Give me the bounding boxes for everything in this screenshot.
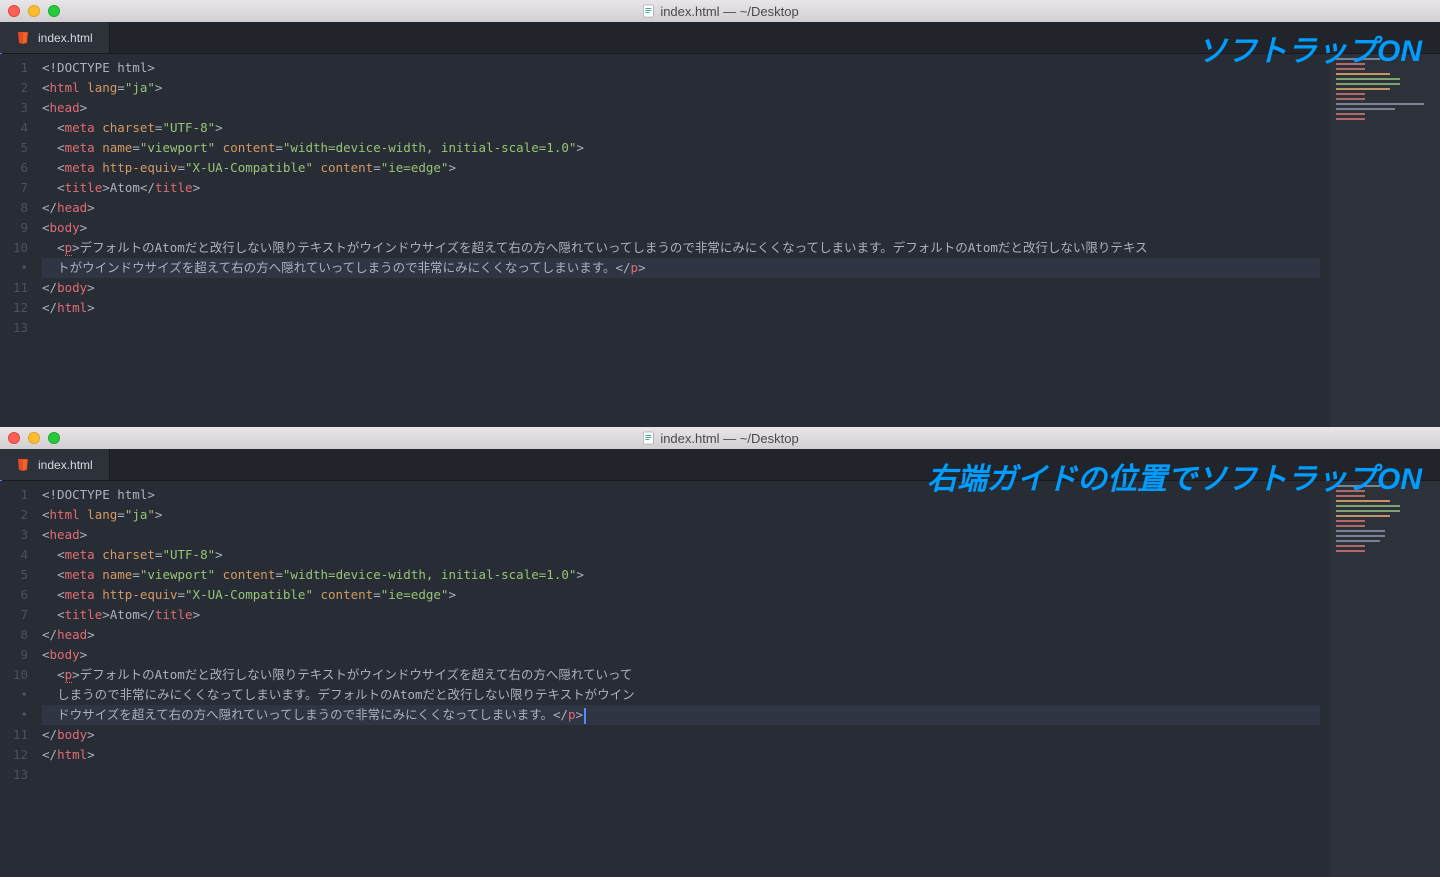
code-line: <p>デフォルトのAtomだと改行しない限りテキストがウインドウサイズを超えて右… <box>42 238 1330 258</box>
code-line: <html lang="ja"> <box>42 78 1330 98</box>
annotation-label: ソフトラップON <box>1197 26 1422 70</box>
line-number: 5 <box>0 138 42 158</box>
file-icon <box>641 431 655 445</box>
line-number: 4 <box>0 545 42 565</box>
code-line: トがウインドウサイズを超えて右の方へ隠れていってしまうので非常にみにくくなってし… <box>42 258 1320 278</box>
code-line: <meta name="viewport" content="width=dev… <box>42 138 1330 158</box>
code-line: <meta charset="UTF-8"> <box>42 545 1330 565</box>
editor-window-2: index.html — ~/Desktop index.html 右端ガイドの… <box>0 427 1440 877</box>
line-number: 4 <box>0 118 42 138</box>
html5-icon <box>16 31 30 45</box>
code-line: <meta name="viewport" content="width=dev… <box>42 565 1330 585</box>
line-numbers: 1 2 3 4 5 6 7 8 9 10 11 12 13 <box>0 54 42 427</box>
code-line: </head> <box>42 198 1330 218</box>
line-number: 3 <box>0 525 42 545</box>
line-number: 10 <box>0 665 42 685</box>
code-line: <head> <box>42 525 1330 545</box>
line-number: 1 <box>0 485 42 505</box>
minimize-button[interactable] <box>28 432 40 444</box>
tab-index-html[interactable]: index.html <box>0 449 110 480</box>
code-line: </body> <box>42 278 1330 298</box>
line-number: 2 <box>0 505 42 525</box>
annotation-label: 右端ガイドの位置でソフトラップON <box>927 454 1422 498</box>
tab-label: index.html <box>38 458 93 472</box>
line-number: 5 <box>0 565 42 585</box>
code-line: <!DOCTYPE html> <box>42 58 1330 78</box>
line-number: 10 <box>0 238 42 258</box>
file-icon <box>641 4 655 18</box>
line-number: 2 <box>0 78 42 98</box>
line-numbers: 1 2 3 4 5 6 7 8 9 10 11 12 13 <box>0 481 42 877</box>
titlebar[interactable]: index.html — ~/Desktop <box>0 427 1440 449</box>
code-line: </body> <box>42 725 1330 745</box>
html5-icon <box>16 458 30 472</box>
line-number: 3 <box>0 98 42 118</box>
window-title-text: index.html — ~/Desktop <box>660 431 798 446</box>
line-number: 8 <box>0 625 42 645</box>
code-line: <meta http-equiv="X-UA-Compatible" conte… <box>42 585 1330 605</box>
code-content[interactable]: <!DOCTYPE html> <html lang="ja"> <head> … <box>42 54 1330 427</box>
line-number: 13 <box>0 765 42 785</box>
code-line <box>42 318 1330 338</box>
minimize-button[interactable] <box>28 5 40 17</box>
code-line: </html> <box>42 298 1330 318</box>
window-controls <box>8 432 60 444</box>
line-number: 12 <box>0 745 42 765</box>
maximize-button[interactable] <box>48 432 60 444</box>
editor-window-1: index.html — ~/Desktop index.html ソフトラップ… <box>0 0 1440 427</box>
code-line: ドウサイズを超えて右の方へ隠れていってしまうので非常にみにくくなってしまいます。… <box>42 705 1320 725</box>
editor-area[interactable]: 1 2 3 4 5 6 7 8 9 10 11 12 13 <!DOCTYPE … <box>0 481 1440 877</box>
code-line: <html lang="ja"> <box>42 505 1330 525</box>
window-title: index.html — ~/Desktop <box>641 4 798 19</box>
line-number: 1 <box>0 58 42 78</box>
code-line: <title>Atom</title> <box>42 605 1330 625</box>
line-number: 9 <box>0 218 42 238</box>
line-number: 8 <box>0 198 42 218</box>
editor-area[interactable]: 1 2 3 4 5 6 7 8 9 10 11 12 13 <!DOCTYPE … <box>0 54 1440 427</box>
window-controls <box>8 5 60 17</box>
line-number: 7 <box>0 605 42 625</box>
line-number: 11 <box>0 278 42 298</box>
line-number: 9 <box>0 645 42 665</box>
window-title: index.html — ~/Desktop <box>641 431 798 446</box>
code-line: しまうので非常にみにくくなってしまいます。デフォルトのAtomだと改行しない限り… <box>42 685 1330 705</box>
line-number: 6 <box>0 158 42 178</box>
maximize-button[interactable] <box>48 5 60 17</box>
tab-label: index.html <box>38 31 93 45</box>
line-number: 13 <box>0 318 42 338</box>
tab-index-html[interactable]: index.html <box>0 22 110 53</box>
code-content[interactable]: <!DOCTYPE html> <html lang="ja"> <head> … <box>42 481 1330 877</box>
wrap-indicator <box>0 705 42 725</box>
line-number: 12 <box>0 298 42 318</box>
wrap-indicator <box>0 258 42 278</box>
code-line: <meta charset="UTF-8"> <box>42 118 1330 138</box>
code-line: </html> <box>42 745 1330 765</box>
minimap[interactable] <box>1330 54 1440 427</box>
code-line: </head> <box>42 625 1330 645</box>
code-line: <body> <box>42 645 1330 665</box>
line-number: 11 <box>0 725 42 745</box>
close-button[interactable] <box>8 432 20 444</box>
code-line: <head> <box>42 98 1330 118</box>
window-title-text: index.html — ~/Desktop <box>660 4 798 19</box>
minimap[interactable] <box>1330 481 1440 877</box>
wrap-indicator <box>0 685 42 705</box>
code-line <box>42 765 1330 785</box>
close-button[interactable] <box>8 5 20 17</box>
line-number: 6 <box>0 585 42 605</box>
code-line: <title>Atom</title> <box>42 178 1330 198</box>
code-line: <p>デフォルトのAtomだと改行しない限りテキストがウインドウサイズを超えて右… <box>42 665 1330 685</box>
code-line: <meta http-equiv="X-UA-Compatible" conte… <box>42 158 1330 178</box>
code-line: <body> <box>42 218 1330 238</box>
titlebar[interactable]: index.html — ~/Desktop <box>0 0 1440 22</box>
text-cursor <box>584 708 586 724</box>
line-number: 7 <box>0 178 42 198</box>
